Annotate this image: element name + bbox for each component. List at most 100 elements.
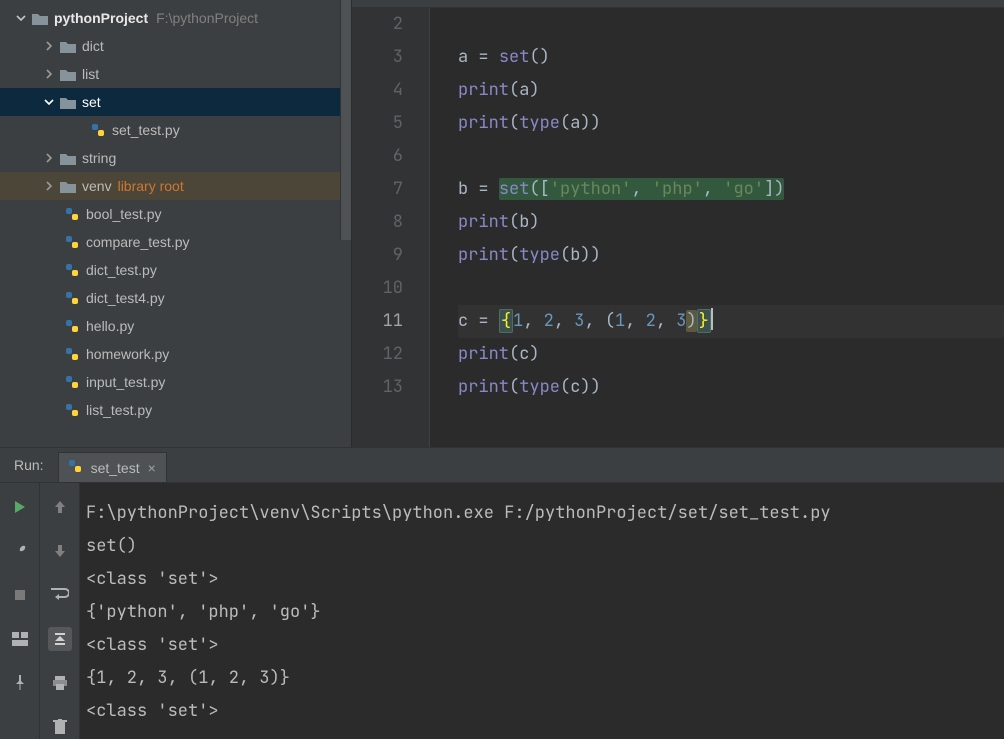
pin-icon[interactable] — [8, 671, 32, 695]
chevron-right-icon — [40, 69, 58, 79]
trash-icon[interactable] — [48, 715, 72, 739]
tree-file[interactable]: bool_test.py — [0, 200, 351, 228]
gutter-line-number[interactable]: 4 — [352, 74, 403, 107]
tree-folder-set[interactable]: set — [0, 88, 351, 116]
run-button[interactable] — [8, 495, 32, 519]
code-line: print(a) — [458, 74, 1004, 107]
file-label: hello.py — [86, 318, 134, 334]
code-line: print(c) — [458, 338, 1004, 371]
run-header: Run: set_test × — [0, 448, 1004, 483]
file-label: input_test.py — [86, 374, 165, 390]
layout-icon[interactable] — [8, 627, 32, 651]
folder-icon — [58, 68, 78, 81]
folder-label: list — [82, 66, 99, 82]
arrow-up-icon[interactable] — [48, 495, 72, 519]
chevron-right-icon — [40, 181, 58, 191]
editor-caret — [711, 308, 713, 330]
folder-icon — [58, 40, 78, 53]
tree-file[interactable]: hello.py — [0, 312, 351, 340]
tree-file[interactable]: compare_test.py — [0, 228, 351, 256]
python-file-icon — [62, 346, 82, 362]
tree-file[interactable]: input_test.py — [0, 368, 351, 396]
tree-file-set-test[interactable]: set_test.py — [0, 116, 351, 144]
file-label: compare_test.py — [86, 234, 190, 250]
chevron-right-icon — [40, 153, 58, 163]
code-line: print(type(a)) — [458, 107, 1004, 140]
editor[interactable]: 2345678910111213 a = set() print(a) prin… — [352, 0, 1004, 447]
gutter-line-number[interactable]: 12 — [352, 338, 403, 371]
tree-file[interactable]: list_test.py — [0, 396, 351, 424]
tree-file[interactable]: dict_test4.py — [0, 284, 351, 312]
run-controls-primary — [0, 483, 40, 739]
project-tree[interactable]: pythonProject F:\pythonProject dict list — [0, 0, 352, 447]
chevron-down-icon — [40, 97, 58, 107]
tree-folder-list[interactable]: list — [0, 60, 351, 88]
file-label: bool_test.py — [86, 206, 162, 222]
gutter-line-number[interactable]: 7 — [352, 173, 403, 206]
folder-icon — [58, 180, 78, 193]
soft-wrap-icon[interactable] — [48, 583, 72, 607]
close-icon[interactable]: × — [148, 460, 156, 476]
folder-label: venv — [82, 178, 112, 194]
arrow-down-icon[interactable] — [48, 539, 72, 563]
run-tool-window: Run: set_test × — [0, 447, 1004, 739]
python-file-icon — [62, 234, 82, 250]
gutter-line-number[interactable]: 10 — [352, 272, 403, 305]
tree-root[interactable]: pythonProject F:\pythonProject — [0, 4, 351, 32]
editor-gutter[interactable]: 2345678910111213 — [352, 0, 430, 447]
python-file-icon — [62, 318, 82, 334]
python-file-icon — [62, 262, 82, 278]
code-line: print(b) — [458, 206, 1004, 239]
gutter-line-number[interactable]: 8 — [352, 206, 403, 239]
code-line: print(type(b)) — [458, 239, 1004, 272]
run-tab-label: set_test — [91, 460, 140, 476]
python-file-icon — [67, 458, 83, 477]
file-label: dict_test.py — [86, 262, 157, 278]
python-file-icon — [62, 402, 82, 418]
run-controls-secondary — [40, 483, 80, 739]
python-file-icon — [88, 122, 108, 138]
stop-button[interactable] — [8, 583, 32, 607]
tree-folder-venv[interactable]: venv library root — [0, 172, 351, 200]
folder-label: set — [82, 94, 101, 110]
editor-code-area[interactable]: a = set() print(a) print(type(a)) b = se… — [430, 0, 1004, 447]
gutter-line-number[interactable]: 11 — [352, 305, 403, 338]
gutter-line-number[interactable]: 5 — [352, 107, 403, 140]
chevron-right-icon — [40, 41, 58, 51]
library-root-label: library root — [118, 178, 184, 194]
python-file-icon — [62, 206, 82, 222]
code-line: print(type(c)) — [458, 371, 1004, 404]
gutter-line-number[interactable]: 2 — [352, 8, 403, 41]
code-line: a = set() — [458, 41, 1004, 74]
folder-label: dict — [82, 38, 104, 54]
tree-folder-string[interactable]: string — [0, 144, 351, 172]
scroll-to-end-icon[interactable] — [48, 627, 72, 651]
run-tab-set-test[interactable]: set_test × — [58, 452, 167, 482]
folder-label: string — [82, 150, 116, 166]
code-line-current: c = {1, 2, 3, (1, 2, 3)} — [458, 305, 1004, 338]
gutter-line-number[interactable]: 3 — [352, 41, 403, 74]
folder-icon — [58, 96, 78, 109]
code-line: b = set(['python', 'php', 'go']) — [458, 173, 1004, 206]
gutter-line-number[interactable]: 6 — [352, 140, 403, 173]
file-label: dict_test4.py — [86, 290, 165, 306]
run-title: Run: — [0, 448, 58, 482]
tree-folder-dict[interactable]: dict — [0, 32, 351, 60]
gutter-line-number[interactable]: 9 — [352, 239, 403, 272]
tree-file[interactable]: dict_test.py — [0, 256, 351, 284]
run-console[interactable]: F:\pythonProject\venv\Scripts\python.exe… — [80, 483, 1004, 739]
tree-file[interactable]: homework.py — [0, 340, 351, 368]
file-label: homework.py — [86, 346, 169, 362]
python-file-icon — [62, 290, 82, 306]
tree-root-path: F:\pythonProject — [156, 10, 258, 26]
tree-root-label: pythonProject — [54, 10, 148, 26]
python-file-icon — [62, 374, 82, 390]
folder-icon — [58, 152, 78, 165]
chevron-down-icon — [12, 13, 30, 23]
print-icon[interactable] — [48, 671, 72, 695]
file-label: set_test.py — [112, 122, 180, 138]
wrench-icon[interactable] — [8, 539, 32, 563]
folder-icon — [30, 12, 50, 25]
gutter-line-number[interactable]: 13 — [352, 371, 403, 404]
project-scrollbar[interactable] — [340, 0, 351, 240]
